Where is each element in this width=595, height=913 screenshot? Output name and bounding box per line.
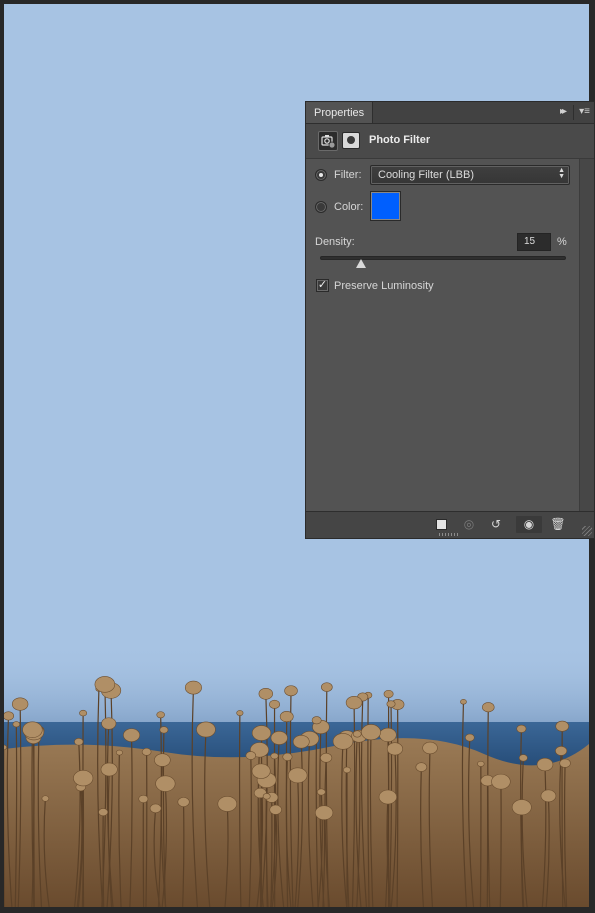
adjustment-header: Photo Filter [306, 124, 594, 159]
color-radio[interactable] [315, 201, 327, 213]
properties-panel: Properties ▸▸ ▾≡ Photo Filter Filter: Co… [305, 101, 595, 539]
reset-icon[interactable]: ↺ [484, 516, 508, 533]
chevron-up-down-icon: ▲ ▼ [558, 167, 565, 180]
photo-filter-adjustment-icon[interactable] [318, 131, 338, 151]
panel-scrollbar[interactable] [579, 159, 594, 513]
filter-label: Filter: [334, 169, 362, 181]
view-previous-state-icon[interactable]: ◎ [456, 516, 482, 533]
panel-menu-icon[interactable]: ▾≡ [579, 106, 590, 117]
tab-properties[interactable]: Properties [306, 102, 374, 123]
resize-corner[interactable] [582, 526, 592, 536]
panel-bottom-toolbar: ↓ ◎ ↺ ◉ 🗑 [306, 511, 594, 538]
clip-to-layer-icon[interactable]: ↓ [427, 516, 451, 533]
preserve-luminosity-label: Preserve Luminosity [334, 280, 434, 292]
panel-title: Photo Filter [369, 134, 431, 146]
filter-dropdown-value: Cooling Filter (LBB) [378, 169, 474, 181]
density-slider-thumb[interactable] [356, 259, 367, 268]
trash-icon[interactable]: 🗑 [546, 516, 570, 533]
density-unit: % [557, 236, 567, 248]
resize-grip[interactable] [439, 533, 459, 536]
filter-radio[interactable] [315, 169, 327, 181]
eye-icon[interactable]: ◉ [516, 516, 542, 533]
tab-bar-divider [573, 105, 574, 120]
color-swatch[interactable] [370, 191, 401, 221]
density-label: Density: [315, 236, 355, 248]
collapse-panel-icon[interactable]: ▸▸ [560, 106, 567, 117]
filter-dropdown[interactable]: Cooling Filter (LBB) ▲ ▼ [370, 165, 570, 185]
color-label: Color: [334, 201, 364, 213]
layer-mask-icon[interactable] [342, 132, 360, 149]
preserve-luminosity-checkbox[interactable]: ✓ [316, 279, 329, 292]
panel-tab-bar: Properties ▸▸ ▾≡ [306, 102, 594, 124]
density-input[interactable]: 15 [517, 233, 551, 251]
